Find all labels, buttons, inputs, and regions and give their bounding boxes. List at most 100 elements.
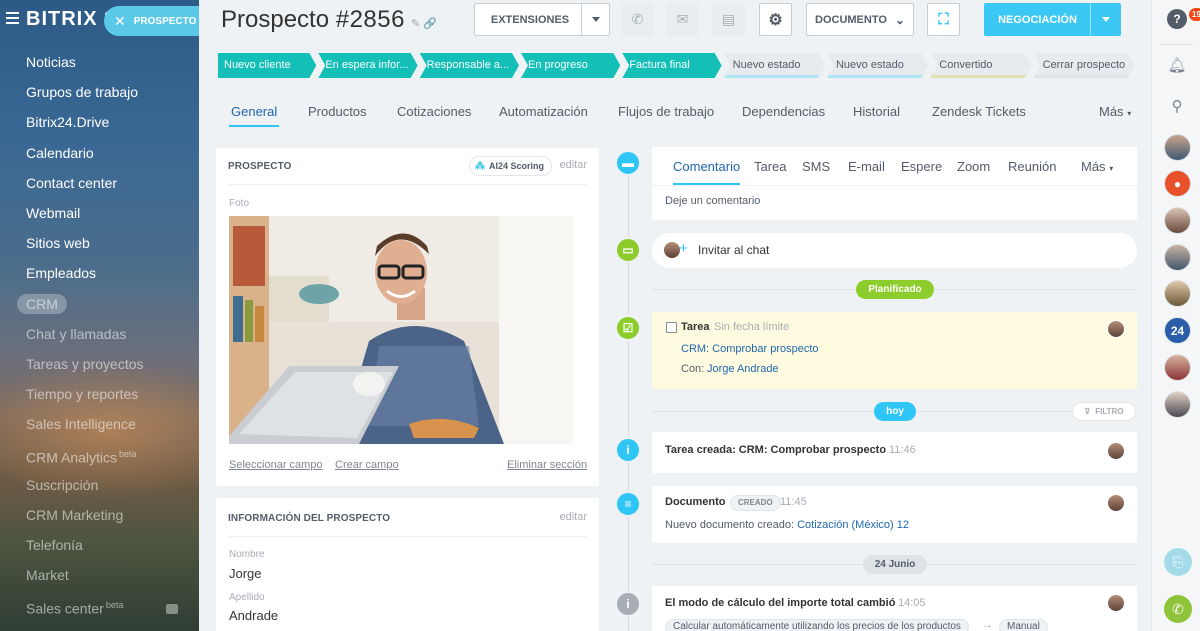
stage-nuevo-estado-2[interactable]: Nuevo estado <box>827 53 928 78</box>
stage-factura-final[interactable]: Factura final <box>622 53 721 78</box>
stage-en-progreso[interactable]: En progreso <box>521 53 620 78</box>
settings-button[interactable]: ⚙ <box>759 3 792 36</box>
lead-card-edit-link[interactable]: editar <box>559 159 587 171</box>
composer-tab-comment[interactable]: Comentario <box>673 159 741 185</box>
composer-tab-more[interactable]: Más ▾ <box>1081 159 1113 174</box>
extensions-button[interactable]: EXTENSIONES <box>474 3 610 36</box>
menu-icon[interactable] <box>6 12 19 24</box>
edit-pencil-icon[interactable]: ✎ 🔗 <box>411 18 437 30</box>
author-avatar[interactable] <box>1107 442 1125 460</box>
phone-button[interactable]: ✆ <box>621 3 654 36</box>
tab-flujos[interactable]: Flujos de trabajo <box>618 104 714 119</box>
tab-dependencias[interactable]: Dependencias <box>742 104 825 119</box>
composer-tab-email[interactable]: E-mail <box>848 159 885 174</box>
filter-button[interactable]: ⊽ FILTRO <box>1072 402 1136 421</box>
author-avatar[interactable] <box>1107 494 1125 512</box>
create-field-link[interactable]: Crear campo <box>335 459 399 471</box>
envelope-icon: ✉ <box>676 11 689 27</box>
task-link[interactable]: CRM: Comprobar prospecto <box>681 343 819 355</box>
author-avatar[interactable] <box>1107 594 1125 612</box>
tab-general[interactable]: General <box>228 104 280 127</box>
select-field-link[interactable]: Seleccionar campo <box>229 459 323 471</box>
sidebar-item-suscripcion[interactable]: Suscripción <box>0 470 199 500</box>
negotiation-button[interactable]: NEGOCIACIÓN <box>984 3 1121 36</box>
close-icon[interactable]: ✕ <box>114 13 126 30</box>
stage-nuevo-cliente[interactable]: Nuevo cliente <box>218 53 316 78</box>
sidebar-item-empleados[interactable]: Empleados <box>0 258 199 288</box>
task-deadline[interactable]: Sin fecha límite <box>714 321 789 333</box>
contact-avatar-6[interactable] <box>1164 354 1191 381</box>
sidebar-item-telefonia[interactable]: Telefonía <box>0 530 199 560</box>
screenshot-button[interactable]: ⛶ <box>927 3 960 36</box>
divider <box>1160 44 1193 45</box>
sidebar-item-grupos[interactable]: Grupos de trabajo <box>0 77 199 107</box>
name-value[interactable]: Jorge <box>229 566 262 581</box>
composer-tab-meeting[interactable]: Reunión <box>1008 159 1056 174</box>
sidebar-item-tiempo[interactable]: Tiempo y reportes <box>0 379 199 409</box>
tab-historial[interactable]: Historial <box>853 104 900 119</box>
stage-nuevo-estado-1[interactable]: Nuevo estado <box>724 53 825 78</box>
contact-avatar-1[interactable] <box>1164 134 1191 161</box>
tab-more[interactable]: Más ▾ <box>1099 104 1131 119</box>
contact-avatar-4[interactable] <box>1164 244 1191 271</box>
sidebar-item-noticias[interactable]: Noticias <box>0 47 199 77</box>
sidebar-item-label: Telefonía <box>26 537 83 553</box>
comment-input[interactable]: Deje un comentario <box>665 195 760 207</box>
sidebar-item-crm[interactable]: CRM <box>0 289 199 319</box>
contact-avatar-5[interactable] <box>1164 280 1191 307</box>
stage-responsable[interactable]: Responsable a... <box>420 53 519 78</box>
composer-tab-sms[interactable]: SMS <box>802 159 830 174</box>
sidebar-item-contact-center[interactable]: Contact center <box>0 168 199 198</box>
document-link[interactable]: Cotización (México) 12 <box>797 519 909 531</box>
sidebar-item-tareas[interactable]: Tareas y proyectos <box>0 349 199 379</box>
responsible-avatar[interactable] <box>1107 320 1125 338</box>
lead-photo[interactable] <box>229 216 573 444</box>
sidebar-item-crm-marketing[interactable]: CRM Marketing <box>0 500 199 530</box>
task-with-name[interactable]: Jorge Andrade <box>707 363 779 375</box>
sidebar-item-drive[interactable]: Bitrix24.Drive <box>0 107 199 137</box>
stage-convertido[interactable]: Convertido <box>930 53 1031 78</box>
tab-cotizaciones[interactable]: Cotizaciones <box>397 104 471 119</box>
sidebar-item-crm-analytics[interactable]: CRM Analytics beta <box>0 439 199 469</box>
tab-zendesk[interactable]: Zendesk Tickets <box>932 104 1026 119</box>
printer-icon[interactable] <box>166 604 178 614</box>
invite-chat-bar[interactable]: + Invitar al chat <box>652 233 1137 268</box>
sidebar-item-market[interactable]: Market <box>0 560 199 590</box>
call-button[interactable]: ✆ <box>1164 595 1192 623</box>
document-chat-icon: ⎘ <box>1172 554 1184 569</box>
ai-icon: ⁂ <box>475 160 485 172</box>
surname-value[interactable]: Andrade <box>229 608 278 623</box>
sidebar-item-chat[interactable]: Chat y llamadas <box>0 319 199 349</box>
bitrix24-avatar[interactable]: 24 <box>1164 317 1191 344</box>
help-button[interactable]: ? 19 <box>1164 6 1200 32</box>
info-card-edit-link[interactable]: editar <box>559 511 587 523</box>
contact-avatar-3[interactable] <box>1164 207 1191 234</box>
contact-avatar-2[interactable]: ● <box>1164 170 1191 197</box>
sidebar-item-sales-intelligence[interactable]: Sales Intelligence <box>0 409 199 439</box>
search-button[interactable]: ⚲ <box>1164 93 1190 119</box>
stage-cerrar-prospecto[interactable]: Cerrar prospecto <box>1034 53 1135 78</box>
document-text: Nuevo documento creado: Cotización (Méxi… <box>665 519 909 531</box>
tab-productos[interactable]: Productos <box>308 104 367 119</box>
notifications-button[interactable]: 🔔︎ <box>1164 52 1190 78</box>
tab-automatizacion[interactable]: Automatización <box>499 104 588 119</box>
sidebar-item-sitios-web[interactable]: Sitios web <box>0 228 199 258</box>
task-checkbox[interactable] <box>666 322 677 333</box>
document-button[interactable]: DOCUMENTO ⌄ <box>806 3 914 36</box>
chat-button[interactable]: ▤ <box>712 3 745 36</box>
open-lines-button[interactable]: ⎘ <box>1164 548 1192 576</box>
contact-avatar-7[interactable] <box>1164 391 1191 418</box>
stage-en-espera[interactable]: En espera infor... <box>318 53 417 78</box>
ai-scoring-badge[interactable]: ⁂ AI24 Scoring <box>469 156 553 176</box>
delete-section-link[interactable]: Eliminar sección <box>507 459 587 471</box>
composer-tab-wait[interactable]: Espere <box>901 159 942 174</box>
email-button[interactable]: ✉ <box>666 3 699 36</box>
composer-tab-task[interactable]: Tarea <box>754 159 787 174</box>
sidebar-item-calendario[interactable]: Calendario <box>0 138 199 168</box>
sidebar-item-webmail[interactable]: Webmail <box>0 198 199 228</box>
info-card-title: INFORMACIÓN DEL PROSPECTO <box>228 513 391 524</box>
prospect-chip[interactable]: ✕ PROSPECTO <box>104 6 199 36</box>
negotiation-dropdown-arrow[interactable] <box>1090 4 1120 35</box>
composer-tab-zoom[interactable]: Zoom <box>957 159 990 174</box>
extensions-dropdown-arrow[interactable] <box>581 4 609 35</box>
